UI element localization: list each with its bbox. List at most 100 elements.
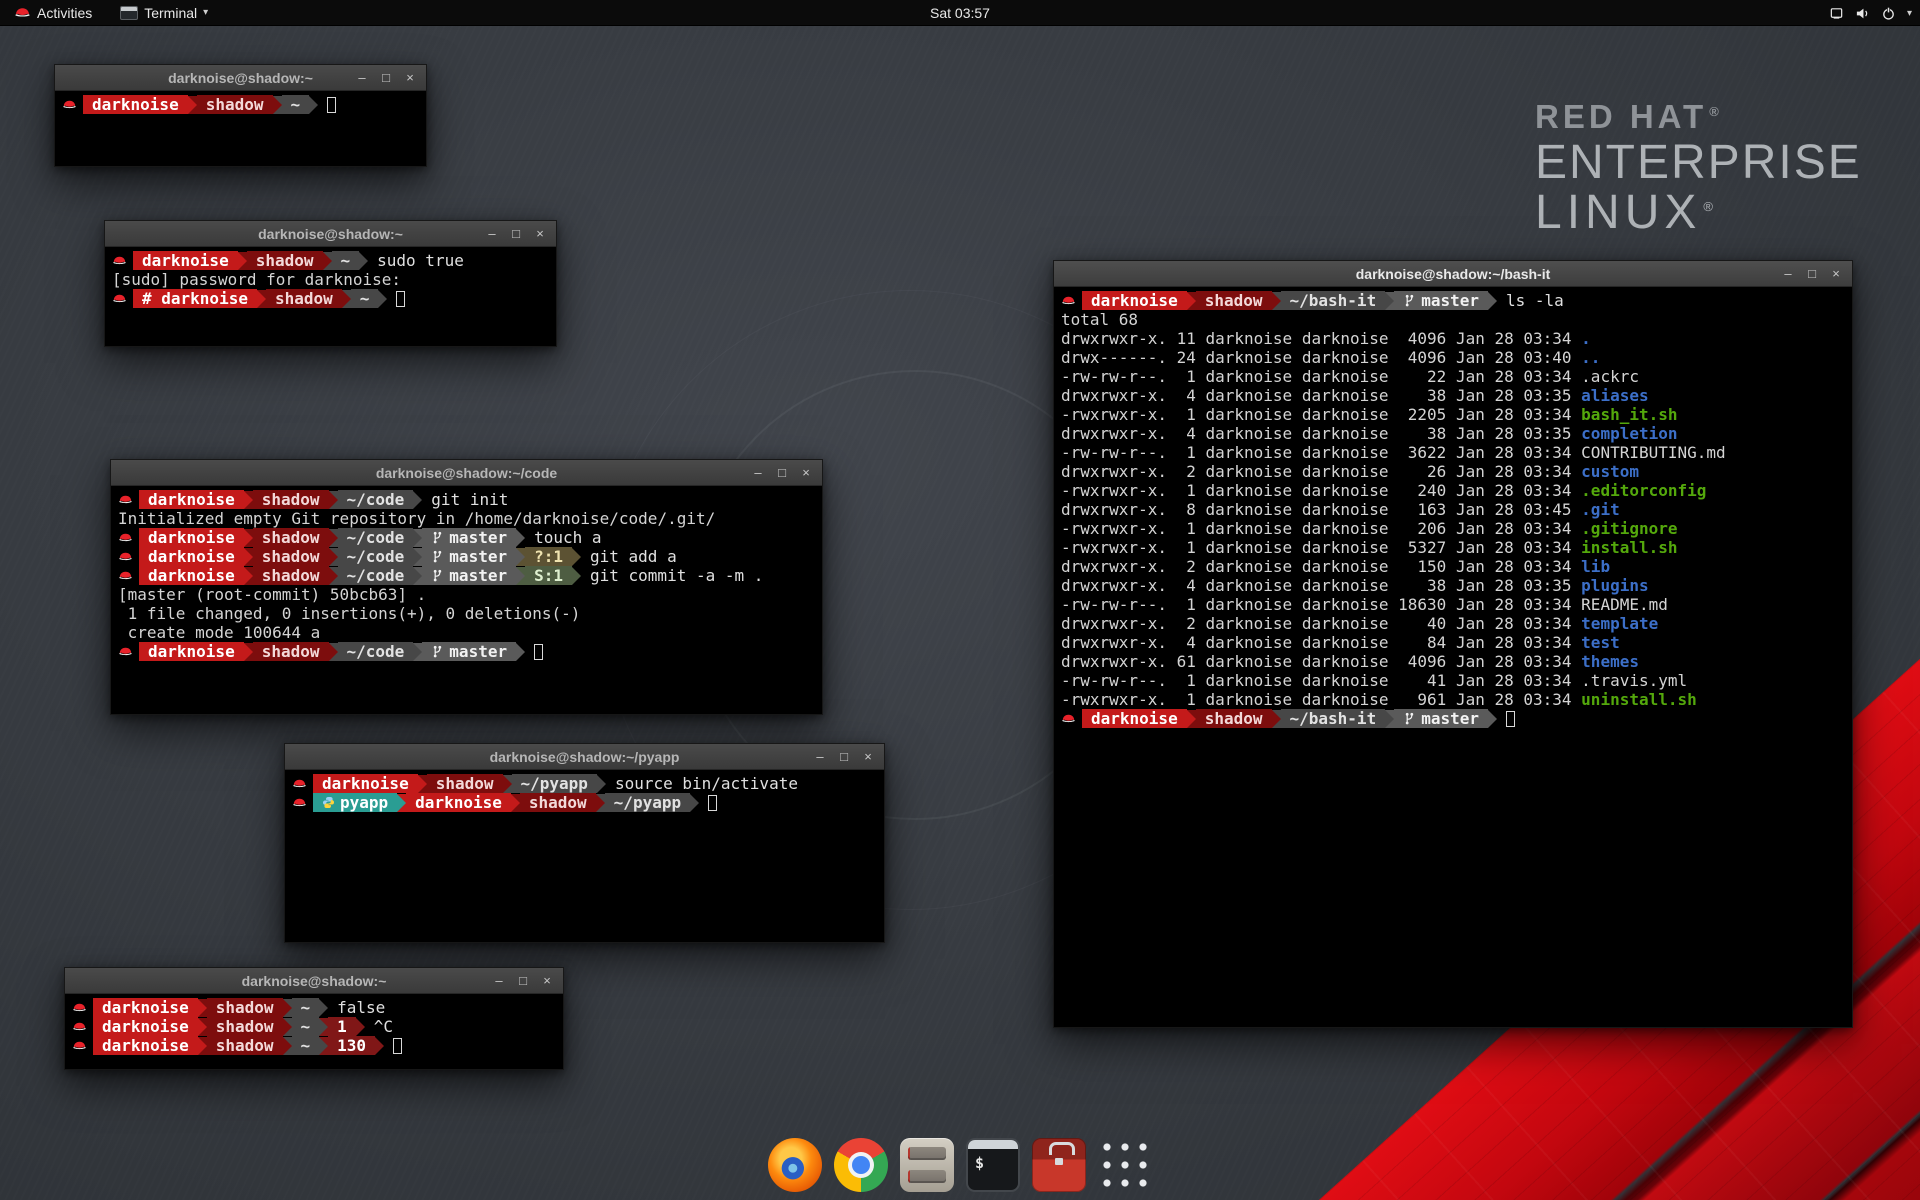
powerline-arrow-icon: [309, 96, 318, 114]
power-icon[interactable]: [1881, 6, 1896, 21]
terminal-body[interactable]: darknoiseshadow~falsedarknoiseshadow~1^C…: [65, 994, 563, 1069]
terminal-body[interactable]: darknoiseshadow~/pyappsource bin/activat…: [285, 770, 884, 942]
ls-filename: custom: [1581, 462, 1639, 481]
prompt-segment-user: darknoise: [93, 1036, 198, 1055]
window-minimize-button[interactable]: –: [813, 749, 827, 764]
window-close-button[interactable]: ×: [861, 749, 875, 764]
window-maximize-button[interactable]: □: [775, 465, 789, 480]
app-menu-button[interactable]: Terminal ▾: [116, 0, 212, 26]
command-text: touch a: [534, 528, 601, 547]
rhel-logo: RED HAT® ENTERPRISE LINUX®: [1535, 100, 1862, 237]
window-maximize-button[interactable]: □: [516, 973, 530, 988]
window-close-button[interactable]: ×: [403, 70, 417, 85]
prompt-segment-host: shadow: [207, 998, 283, 1017]
window-controls: –□ ×: [492, 968, 554, 993]
terminal-ls-row: drwxrwxr-x. 2 darknoise darknoise 150 Ja…: [1061, 557, 1845, 576]
window-maximize-button[interactable]: □: [837, 749, 851, 764]
prompt-segment-user: darknoise: [313, 774, 418, 793]
window-title: darknoise@shadow:~/pyapp: [490, 749, 680, 765]
chevron-down-icon[interactable]: ▾: [1907, 8, 1912, 19]
prompt-segment-user: darknoise: [139, 547, 244, 566]
ls-meta: drwxrwxr-x. 8 darknoise darknoise 163 Ja…: [1061, 500, 1581, 519]
terminal-output-line: create mode 100644 a: [118, 623, 815, 642]
registered-mark: ®: [1703, 199, 1718, 214]
window-titlebar[interactable]: darknoise@shadow:~/pyapp –□ ×: [285, 744, 884, 770]
terminal-prompt-line: darknoiseshadow~/pyappsource bin/activat…: [292, 774, 877, 793]
powerline-arrow-icon: [319, 1018, 328, 1036]
command-text: source bin/activate: [615, 774, 798, 793]
command-text: ^C: [374, 1017, 393, 1036]
window-minimize-button[interactable]: –: [492, 973, 506, 988]
window-minimize-button[interactable]: –: [751, 465, 765, 480]
chrome-dock-icon[interactable]: [834, 1138, 888, 1192]
ls-filename: aliases: [1581, 386, 1648, 405]
prompt-segment-user: darknoise: [139, 490, 244, 509]
powerline-arrow-icon: [257, 290, 266, 308]
powerline-arrow-icon: [273, 96, 282, 114]
window-maximize-button[interactable]: □: [509, 226, 523, 241]
prompt-segment-master: master: [422, 566, 516, 585]
window-maximize-button[interactable]: □: [379, 70, 393, 85]
window-maximize-button[interactable]: □: [1805, 266, 1819, 281]
terminal-dock-icon[interactable]: $: [966, 1138, 1020, 1192]
ls-filename: plugins: [1581, 576, 1648, 595]
redhat-prompt-icon: [118, 493, 133, 506]
powerline-arrow-icon: [1187, 292, 1196, 310]
window-titlebar[interactable]: darknoise@shadow:~/bash-it–□×: [1054, 261, 1852, 287]
terminal-body[interactable]: darknoiseshadow~: [55, 91, 426, 166]
window-close-button[interactable]: ×: [533, 226, 547, 241]
window-titlebar[interactable]: darknoise@shadow:~–□×: [55, 65, 426, 91]
window-close-button[interactable]: ×: [799, 465, 813, 480]
powerline-arrow-icon: [329, 529, 338, 547]
notifications-icon[interactable]: [1829, 6, 1844, 21]
redhat-prompt-icon: [1061, 294, 1076, 307]
powerline-arrow-icon: [342, 290, 351, 308]
terminal-body[interactable]: darknoiseshadow~sudo true[sudo] password…: [105, 247, 556, 346]
volume-icon[interactable]: [1855, 6, 1870, 21]
window-minimize-button[interactable]: –: [485, 226, 499, 241]
software-dock-icon[interactable]: [1032, 1138, 1086, 1192]
ls-meta: drwxrwxr-x. 2 darknoise darknoise 150 Ja…: [1061, 557, 1581, 576]
prompt-segment-user: darknoise: [139, 528, 244, 547]
firefox-dock-icon[interactable]: [768, 1138, 822, 1192]
prompt-segment-home: ~: [292, 1036, 320, 1055]
ls-filename: .ackrc: [1581, 367, 1639, 386]
prompt-segment-venv: pyapp: [313, 793, 397, 812]
powerline-arrow-icon: [503, 775, 512, 793]
powerline-arrow-icon: [244, 643, 253, 661]
ls-filename: bash_it.sh: [1581, 405, 1677, 424]
window-close-button[interactable]: ×: [1829, 266, 1843, 281]
prompt-segment-code: ~/code: [338, 642, 414, 661]
ls-filename: CONTRIBUTING.md: [1581, 443, 1726, 462]
top-bar-left: Activities Terminal ▾: [0, 0, 212, 26]
powerline-arrow-icon: [596, 794, 605, 812]
powerline-arrow-icon: [198, 999, 207, 1017]
activities-button[interactable]: Activities: [10, 0, 96, 26]
powerline-arrow-icon: [329, 548, 338, 566]
terminal-cursor: [396, 291, 405, 307]
clock[interactable]: Sat 03:57: [930, 0, 990, 26]
terminal-output-line: 1 file changed, 0 insertions(+), 0 delet…: [118, 604, 815, 623]
window-titlebar[interactable]: darknoise@shadow:~/code–□×: [111, 460, 822, 486]
command-text: git init: [431, 490, 508, 509]
prompt-segment-master: master: [1394, 709, 1488, 728]
prompt-segment-host: shadow: [427, 774, 503, 793]
window-titlebar[interactable]: darknoise@shadow:~–□×: [105, 221, 556, 247]
ls-filename: completion: [1581, 424, 1677, 443]
terminal-body[interactable]: darknoiseshadow~/bash-itmasterls -latota…: [1054, 287, 1852, 1027]
window-titlebar[interactable]: darknoise@shadow:~–□×: [65, 968, 563, 994]
powerline-arrow-icon: [572, 548, 581, 566]
files-dock-icon[interactable]: [900, 1138, 954, 1192]
terminal-ls-row: drwxrwxr-x. 4 darknoise darknoise 38 Jan…: [1061, 576, 1845, 595]
app-grid-dock-icon[interactable]: [1098, 1138, 1152, 1192]
powerline-arrow-icon: [572, 567, 581, 585]
powerline-arrow-icon: [511, 794, 520, 812]
window-minimize-button[interactable]: –: [1781, 266, 1795, 281]
top-bar: Activities Terminal ▾ Sat 03:57 ▾: [0, 0, 1920, 26]
terminal-body[interactable]: darknoiseshadow~/codegit initInitialized…: [111, 486, 822, 714]
prompt-segment-user: darknoise: [1082, 291, 1187, 310]
window-close-button[interactable]: ×: [540, 973, 554, 988]
window-minimize-button[interactable]: –: [355, 70, 369, 85]
prompt-segment-master: master: [422, 642, 516, 661]
chevron-down-icon: ▾: [203, 7, 208, 18]
